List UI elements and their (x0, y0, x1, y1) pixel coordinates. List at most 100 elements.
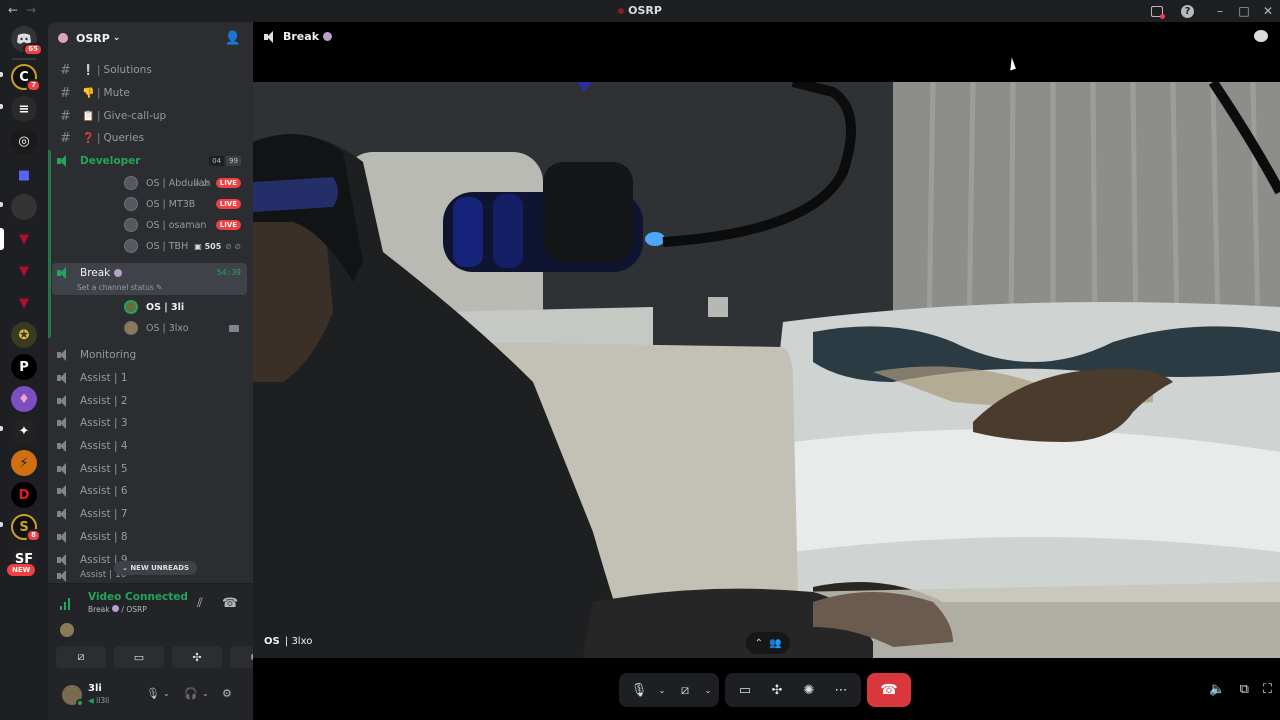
video-user-prefix: OS (264, 636, 280, 647)
connection-channel[interactable]: Break / OSRP (88, 605, 147, 614)
voice-channel-assist-5[interactable]: Assist | 5 (52, 458, 247, 480)
camera-off-button[interactable]: ⧄ (56, 646, 106, 668)
avatar (124, 239, 138, 253)
participants-toggle[interactable]: ⌃ 👥 (746, 632, 790, 654)
channel-emoji: 📋 (82, 110, 95, 122)
muted-deafened-icons: ⊘ ⊘ (225, 241, 241, 251)
server-icon-avatar[interactable] (11, 194, 37, 220)
voice-channel-assist-2[interactable]: Assist | 2 (52, 390, 247, 412)
server-icon-red-1[interactable]: ▼ (11, 258, 37, 284)
camera-icon (229, 324, 239, 332)
rail-divider (12, 58, 36, 60)
video-tile[interactable] (253, 82, 1280, 658)
invite-icon[interactable]: 👤 (225, 31, 241, 46)
status-text: Set a channel status (77, 283, 154, 292)
osrp-server-icon[interactable]: ▼ (11, 226, 37, 252)
voice-channel-assist-1[interactable]: Assist | 1 (52, 367, 247, 389)
server-icon-c[interactable]: C7 (11, 64, 41, 92)
folder-icon[interactable]: ■ (11, 162, 37, 188)
display-name[interactable]: 3li (88, 683, 102, 694)
audio-options-chevron-icon[interactable]: ⌄ (202, 689, 209, 698)
noise-suppression-icon[interactable]: ⫽ (197, 596, 203, 611)
participant-avatar[interactable] (60, 623, 74, 637)
new-unreads-pill[interactable]: ⌄ NEW UNREADS (114, 561, 198, 575)
inbox-icon[interactable] (1151, 5, 1165, 19)
channel-queries[interactable]: # ❓ | Queries (56, 128, 247, 148)
channel-label: Assist | 3 (80, 417, 128, 429)
voice-channel-assist-8[interactable]: Assist | 8 (52, 526, 247, 548)
mic-options-chevron-icon[interactable]: ⌄ (655, 673, 669, 707)
voice-user-3lxo[interactable]: OS | 3lxo (124, 318, 245, 338)
disconnect-icon[interactable]: ☎ (222, 596, 238, 611)
server-icon-dark[interactable]: ✦ (11, 418, 37, 444)
server-icon-stripes[interactable]: ≡ (11, 96, 37, 122)
camera-options-chevron-icon[interactable]: ⌄ (701, 673, 715, 707)
microphone-button[interactable]: 🎙 (623, 673, 655, 707)
minimize-icon[interactable]: – (1208, 4, 1232, 18)
voice-channel-assist-6[interactable]: Assist | 6 (52, 480, 247, 502)
voice-user-3li[interactable]: OS | 3li (124, 297, 245, 317)
new-badge[interactable]: NEW (7, 564, 36, 576)
server-icon-s[interactable]: S8 (11, 514, 41, 542)
settings-gear-icon[interactable]: ⚙ (222, 687, 232, 700)
server-icon-badge[interactable]: ✪ (11, 322, 37, 348)
connected-group-bar (48, 150, 51, 338)
streak-count: 505 (204, 241, 222, 251)
voice-user-osaman[interactable]: OS | osaman LIVE (124, 215, 245, 235)
server-icon-gem[interactable]: ♦ (11, 386, 37, 412)
separator: | (97, 110, 101, 122)
speaker-icon (56, 349, 72, 361)
set-channel-status[interactable]: Set a channel status ✎ (77, 283, 162, 292)
voice-channel-assist-3[interactable]: Assist | 3 (52, 412, 247, 434)
camera-off-button[interactable]: ⧄ (669, 673, 701, 707)
microphone-icon[interactable]: 🎙 (146, 687, 160, 700)
server-icon-emblem[interactable]: ◎ (11, 128, 37, 154)
activities-button[interactable]: ✣ (172, 646, 222, 668)
server-icon-orange[interactable]: ⚡ (11, 450, 37, 476)
channel-solutions[interactable]: # ❕ | Solutions (56, 60, 247, 80)
home-discord-icon[interactable]: 65 (11, 26, 43, 56)
connection-status[interactable]: Video Connected (88, 591, 188, 603)
voice-user-mt3b[interactable]: OS | MT3B LIVE (124, 194, 245, 214)
voice-channel-developer[interactable]: Developer 04 99 (52, 150, 247, 172)
channel-label: Queries (103, 132, 145, 144)
activities-button[interactable]: ✣ (761, 673, 793, 707)
unread-pip (0, 426, 3, 431)
disconnect-button[interactable]: ☎ (867, 673, 911, 707)
chat-bubble-icon[interactable] (1254, 30, 1268, 42)
server-icon-red-2[interactable]: ▼ (11, 290, 37, 316)
chevron-up-icon: ⌃ (754, 637, 763, 649)
help-icon[interactable]: ? (1181, 4, 1194, 18)
voice-user-tbh[interactable]: OS | TBH ▣ 505 ⊘ ⊘ (124, 236, 245, 256)
connection-signal-icon[interactable] (60, 598, 72, 610)
close-icon[interactable]: ✕ (1256, 4, 1280, 18)
maximize-icon[interactable]: □ (1232, 4, 1256, 18)
server-header[interactable]: OSRP ⌄ 👤 (48, 22, 253, 54)
video-user-label: OS | 3lxo (264, 636, 312, 647)
voice-channel-assist-7[interactable]: Assist | 7 (52, 503, 247, 525)
popout-icon[interactable]: ⧉ (1240, 682, 1249, 697)
server-icon-dr[interactable]: D (11, 482, 37, 508)
more-options-icon[interactable]: ⋯ (825, 673, 857, 707)
volume-icon[interactable]: 🔈 (1209, 682, 1225, 697)
channel-give-call-up[interactable]: # 📋 | Give-call-up (56, 106, 247, 126)
soundboard-button[interactable]: ✺ (793, 673, 825, 707)
hash-icon: # (60, 85, 71, 101)
channel-label: Monitoring (80, 349, 137, 361)
screen-share-button[interactable]: ▭ (114, 646, 164, 668)
separator: | (97, 132, 101, 144)
server-mention-badge: 7 (26, 79, 41, 92)
headphones-icon[interactable]: 🎧 (184, 687, 198, 700)
separator: | (97, 87, 101, 99)
speaker-icon (56, 531, 72, 543)
voice-channel-assist-4[interactable]: Assist | 4 (52, 435, 247, 457)
channel-mute[interactable]: # 👎 | Mute (56, 83, 247, 103)
channel-label: Developer (80, 155, 141, 167)
speaker-icon (56, 417, 72, 429)
fullscreen-icon[interactable]: ⛶ (1263, 682, 1272, 697)
voice-channel-monitoring[interactable]: Monitoring (52, 344, 247, 366)
voice-user-abdullah[interactable]: OS | Abdullah ⊘ ⊘ LIVE (124, 173, 245, 193)
server-icon-p[interactable]: P (11, 354, 37, 380)
mic-options-chevron-icon[interactable]: ⌄ (163, 689, 170, 698)
screen-share-button[interactable]: ▭ (729, 673, 761, 707)
